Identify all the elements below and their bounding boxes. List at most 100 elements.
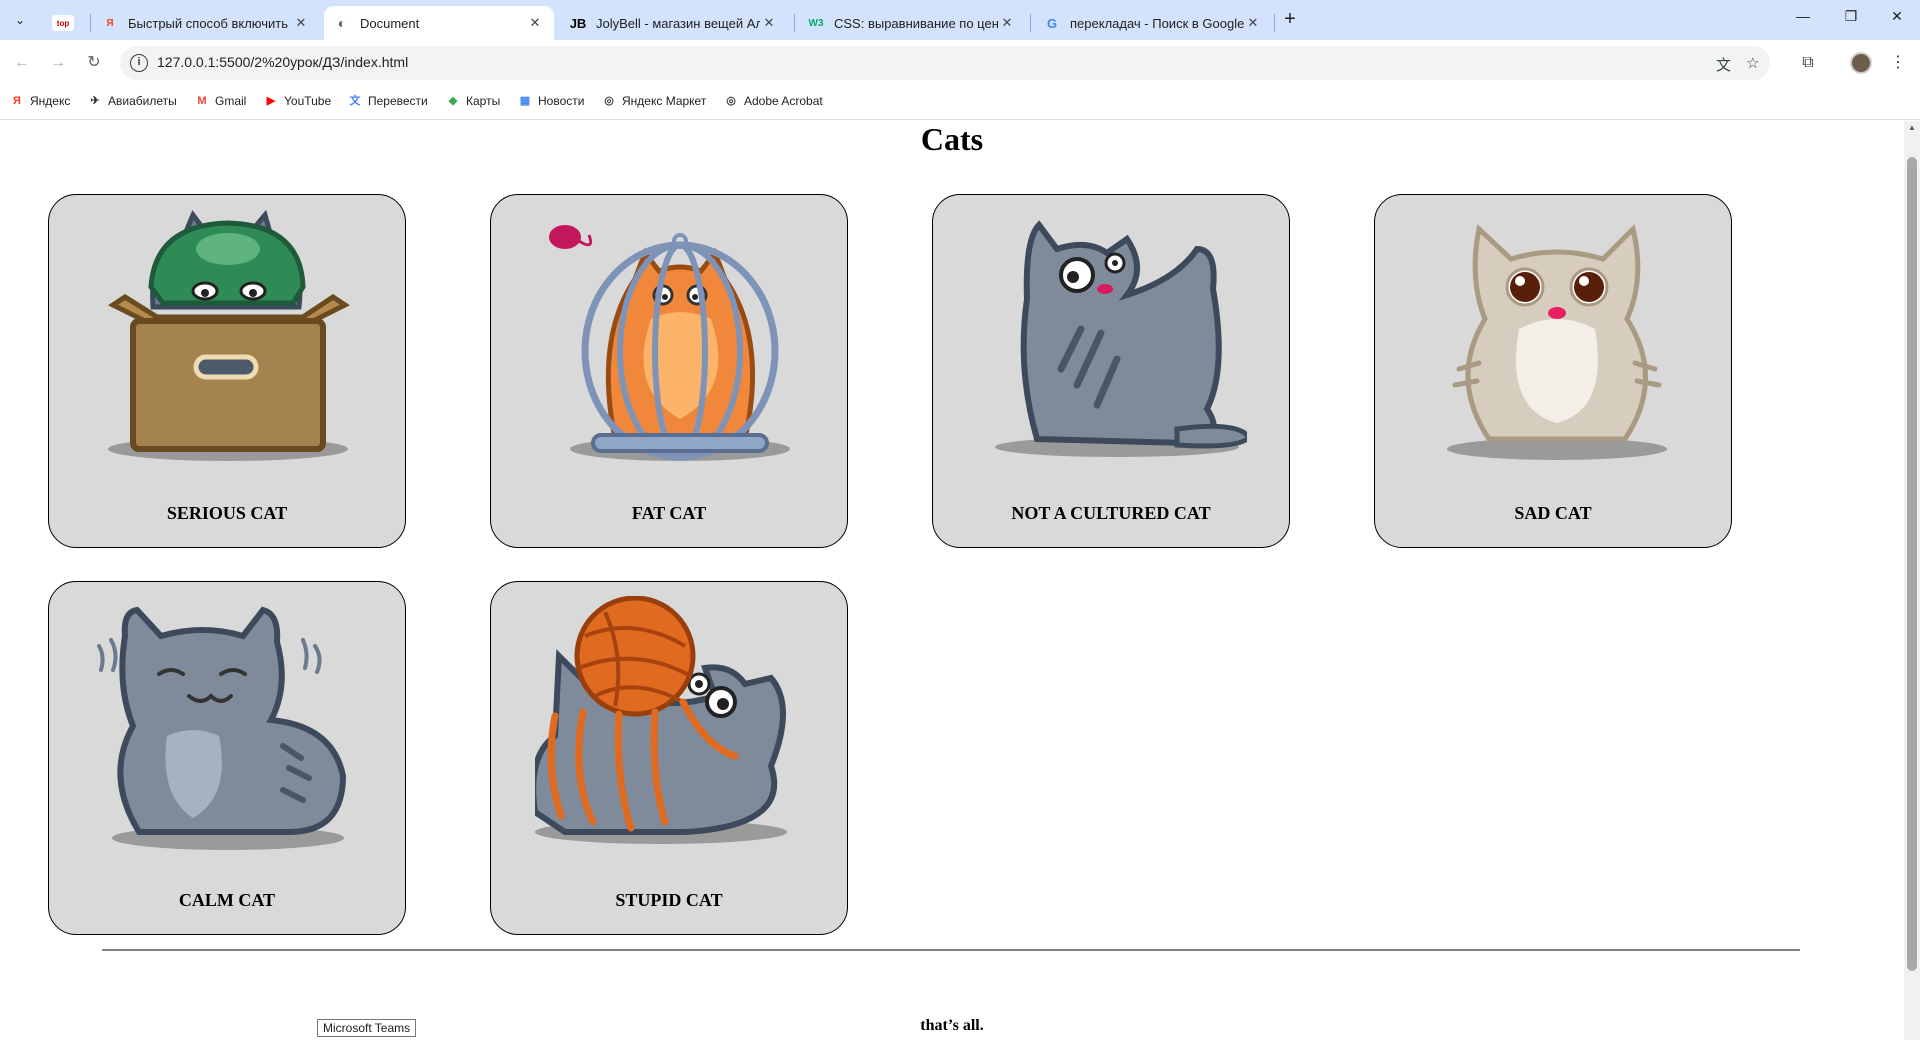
bookmark-gmail[interactable]: M Gmail	[195, 94, 246, 108]
close-tab-icon[interactable]: ✕	[292, 15, 310, 31]
cat-card: FAT CAT	[490, 194, 848, 548]
close-icon: ✕	[1891, 8, 1903, 24]
bookmark-label: YouTube	[284, 94, 332, 108]
browser-toolbar: ← → ↻ i 127.0.0.1:5500/2%20урок/ДЗ/index…	[0, 40, 1920, 86]
maps-icon: ◆	[448, 95, 458, 107]
gmail-icon: M	[197, 95, 207, 107]
card-caption: SAD CAT	[1514, 503, 1592, 523]
minimize-icon: —	[1796, 8, 1810, 24]
bookmark-maps[interactable]: ◆ Карты	[446, 94, 500, 108]
card-caption: STUPID CAT	[615, 890, 723, 910]
taskbar-tooltip: Microsoft Teams	[317, 1019, 417, 1037]
cat-card: STUPID CAT	[490, 581, 848, 935]
plane-icon: ✈	[90, 95, 100, 107]
tab-separator	[1274, 14, 1275, 32]
bookmark-label: Gmail	[215, 94, 247, 108]
tab-title: CSS: выравнивание по центру	[834, 15, 998, 31]
cat-card: SERIOUS CAT	[48, 194, 406, 548]
sad-cat-image	[1447, 224, 1667, 460]
scroll-up-icon[interactable]: ▲	[1908, 123, 1916, 132]
w3schools-favicon-icon: W3	[808, 17, 824, 29]
restore-icon: ❐	[1844, 8, 1858, 24]
tab-yandex[interactable]: Я Быстрый способ включить ра ✕	[92, 6, 320, 40]
yandex-icon: Я	[13, 95, 21, 107]
bookmark-label: Карты	[466, 94, 501, 108]
tab-pinned-top[interactable]: top	[44, 6, 88, 40]
address-bar[interactable]: i 127.0.0.1:5500/2%20урок/ДЗ/index.html …	[120, 46, 1770, 80]
page-viewport: Cats SERIOUS CAT FAT CAT NOT A CULTURED …	[0, 121, 1904, 1040]
tab-title: Быстрый способ включить ра	[128, 15, 292, 31]
bookmark-news[interactable]: ▦ Новости	[518, 94, 585, 108]
scrollbar-thumb[interactable]	[1907, 157, 1917, 971]
bookmark-acrobat[interactable]: ◎ Adobe Acrobat	[724, 94, 823, 108]
new-tab-button[interactable]: +	[1278, 8, 1302, 32]
google-favicon-icon: G	[1046, 15, 1058, 31]
cat-card: NOT A CULTURED CAT	[932, 194, 1290, 548]
tab-separator	[1030, 14, 1031, 32]
forward-button[interactable]: →	[46, 51, 70, 75]
card-caption: CALM CAT	[178, 890, 276, 910]
fat-cat-image	[549, 225, 790, 461]
card-caption: SERIOUS CAT	[166, 503, 288, 523]
plus-icon: +	[1284, 8, 1296, 30]
tab-separator	[794, 14, 795, 32]
back-button[interactable]: ←	[10, 51, 34, 75]
restore-button[interactable]: ❐	[1828, 8, 1874, 32]
close-tab-icon[interactable]: ✕	[998, 15, 1016, 31]
news-icon: ▦	[519, 95, 531, 107]
tab-strip: ⌄ top Я Быстрый способ включить ра ✕ ◐ D…	[0, 0, 1920, 40]
globe-icon: ◎	[604, 95, 614, 107]
extensions-icon[interactable]: ⧉	[1796, 51, 1820, 75]
page-scrollbar[interactable]: ▲	[1904, 121, 1920, 1040]
yandex-favicon-icon: Я	[106, 17, 114, 29]
arrow-left-icon: ←	[14, 54, 30, 71]
close-tab-icon[interactable]: ✕	[1244, 15, 1262, 31]
bookmark-star-icon[interactable]: ☆	[1746, 54, 1759, 72]
tab-search-button[interactable]: ⌄	[8, 8, 32, 32]
card-caption: NOT A CULTURED CAT	[1011, 503, 1211, 523]
close-tab-icon[interactable]: ✕	[760, 15, 778, 31]
calm-cat-image	[97, 606, 347, 850]
tab-jolybell[interactable]: JB JolyBell - магазин вещей Алек ✕	[560, 6, 788, 40]
reload-icon: ↻	[87, 54, 101, 71]
tab-separator	[90, 14, 91, 32]
bookmark-label: Яндекс	[30, 94, 71, 108]
bookmark-youtube[interactable]: ▶ YouTube	[264, 94, 331, 108]
chevron-down-icon: ⌄	[14, 13, 26, 27]
cat-card: CALM CAT	[48, 581, 406, 935]
top-favicon-icon: top	[52, 15, 74, 31]
bookmark-market[interactable]: ◎ Яндекс Маркет	[602, 94, 706, 108]
url-text[interactable]: 127.0.0.1:5500/2%20урок/ДЗ/index.html	[157, 54, 408, 70]
tab-title: JolyBell - магазин вещей Алек	[596, 15, 760, 31]
bookmarks-bar: Я Яндекс ✈ Авиабилеты M Gmail ▶ YouTube 文 Пер…	[0, 86, 1920, 120]
close-window-button[interactable]: ✕	[1874, 8, 1920, 32]
menu-kebab-icon[interactable]: ⋮	[1886, 51, 1910, 75]
bookmark-yandex[interactable]: Я Яндекс	[10, 94, 70, 108]
bookmark-aviabilety[interactable]: ✈ Авиабилеты	[88, 94, 177, 108]
card-caption: FAT CAT	[631, 503, 707, 523]
globe-icon: ◎	[726, 95, 736, 107]
minimize-button[interactable]: —	[1780, 8, 1826, 32]
bookmark-label: Авиабилеты	[108, 94, 177, 108]
site-info-icon[interactable]: i	[130, 54, 148, 72]
translate-icon[interactable]: 文	[1716, 54, 1731, 75]
bookmark-translate[interactable]: 文 Перевести	[348, 94, 428, 108]
tab-title: Document	[360, 15, 420, 31]
profile-avatar[interactable]	[1850, 52, 1872, 74]
close-tab-icon[interactable]: ✕	[526, 15, 544, 31]
tab-document[interactable]: ◐ Document ✕	[324, 6, 554, 40]
jb-favicon-icon: JB	[569, 15, 587, 31]
bookmark-label: Яндекс Маркет	[622, 94, 707, 108]
reload-button[interactable]: ↻	[82, 51, 106, 75]
youtube-icon: ▶	[266, 95, 276, 107]
bookmark-label: Новости	[538, 94, 585, 108]
footer-text: that’s all.	[920, 1017, 984, 1034]
tab-w3schools[interactable]: W3 CSS: выравнивание по центру ✕	[798, 6, 1026, 40]
tab-title: перекладач - Поиск в Google	[1070, 15, 1244, 31]
page-title: Cats	[920, 121, 984, 157]
translate-icon: 文	[349, 95, 361, 107]
tab-google[interactable]: G перекладач - Поиск в Google ✕	[1034, 6, 1272, 40]
horizontal-rule	[102, 949, 1800, 951]
bookmark-label: Adobe Acrobat	[744, 94, 823, 108]
bookmark-label: Перевести	[368, 94, 428, 108]
